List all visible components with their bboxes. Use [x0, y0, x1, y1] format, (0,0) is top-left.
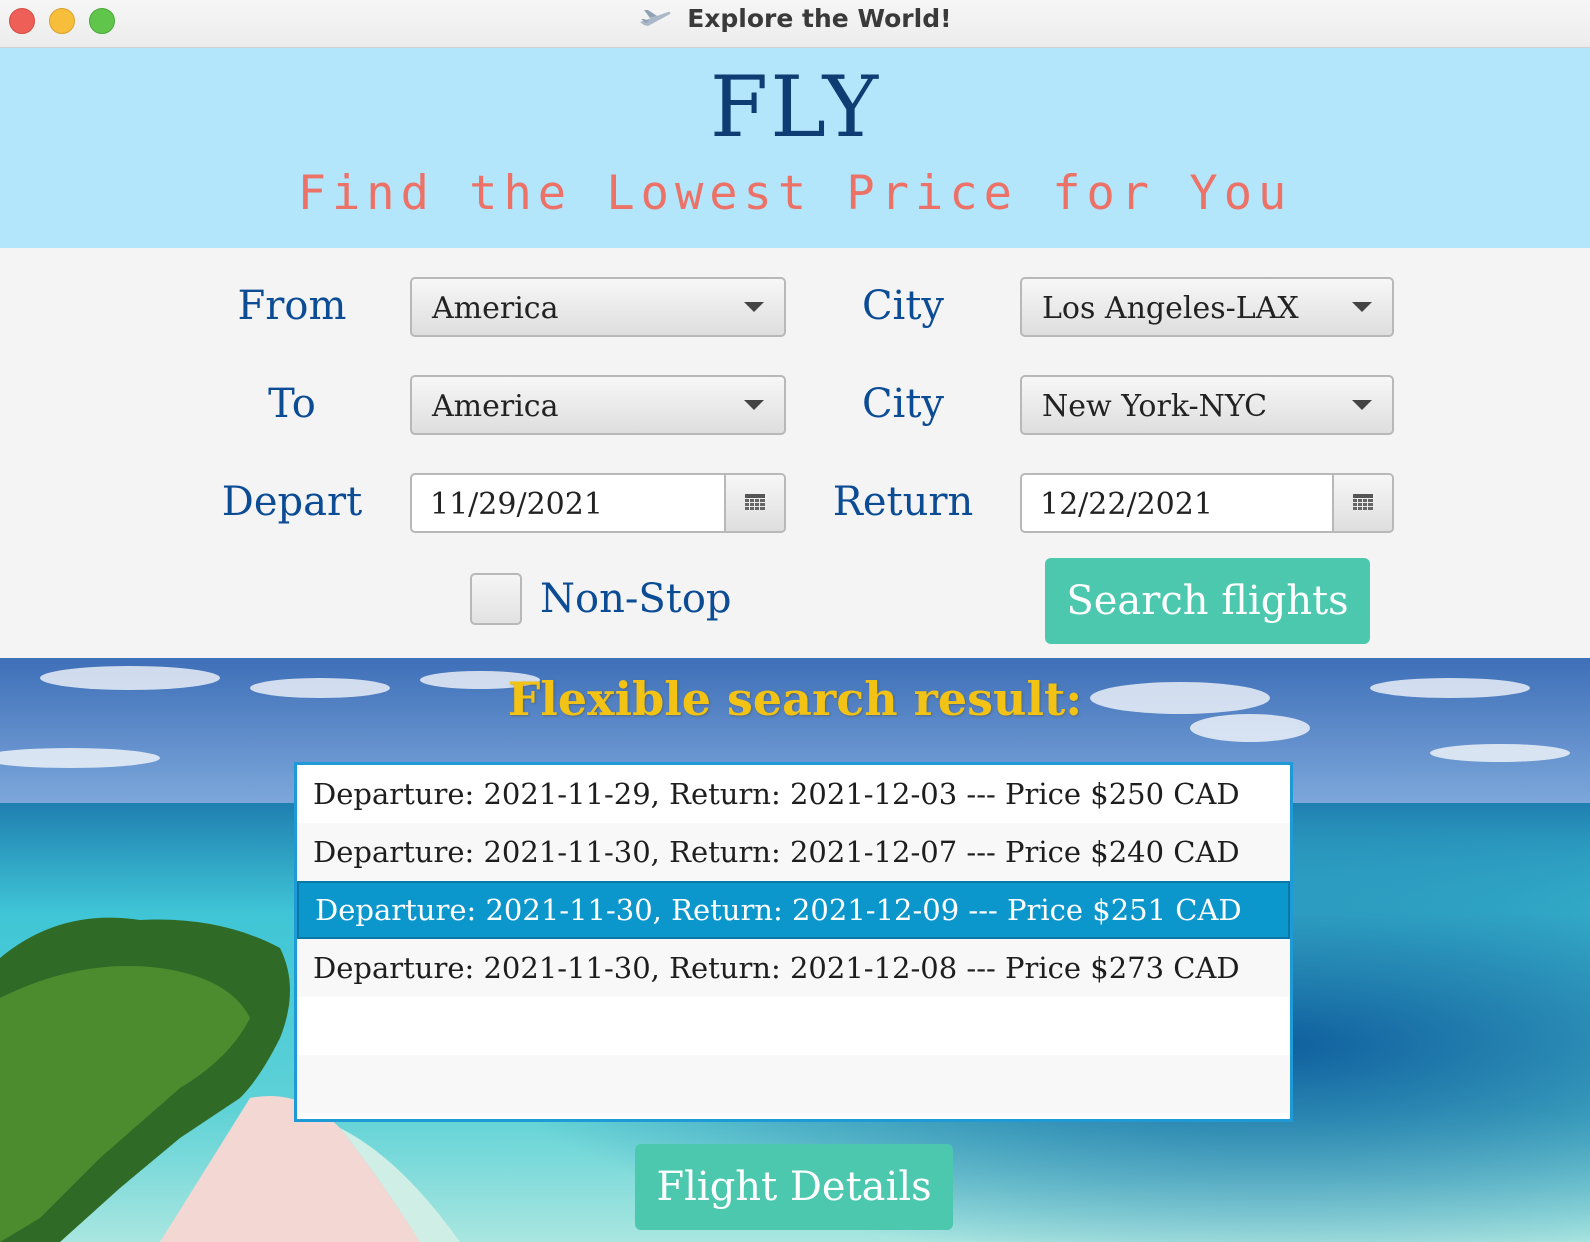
from-country-select[interactable]: America — [410, 277, 786, 337]
nonstop-label[interactable]: Non-Stop — [540, 576, 732, 622]
from-city-value: Los Angeles-LAX — [1042, 291, 1299, 326]
return-calendar-button[interactable] — [1332, 475, 1392, 531]
return-date-picker[interactable]: 12/22/2021 — [1020, 473, 1394, 533]
chevron-down-icon — [1352, 302, 1372, 312]
airplane-icon — [640, 10, 671, 26]
window-title-text: Explore the World! — [687, 4, 952, 33]
result-row-selected[interactable]: Departure: 2021-11-30, Return: 2021-12-0… — [297, 881, 1290, 939]
from-city-label: City — [861, 283, 945, 329]
app-subtitle: Find the Lowest Price for You — [297, 166, 1293, 221]
from-label: From — [237, 283, 347, 329]
empty-row — [297, 997, 1290, 1055]
results-list[interactable]: Departure: 2021-11-29, Return: 2021-12-0… — [294, 762, 1293, 1122]
result-row[interactable]: Departure: 2021-11-30, Return: 2021-12-0… — [297, 823, 1290, 881]
chevron-down-icon — [744, 302, 764, 312]
window-title-bar: Explore the World! — [0, 0, 1590, 48]
to-country-select[interactable]: America — [410, 375, 786, 435]
from-country-value: America — [432, 291, 559, 326]
result-row[interactable]: Departure: 2021-11-30, Return: 2021-12-0… — [297, 939, 1290, 997]
result-row[interactable]: Departure: 2021-11-29, Return: 2021-12-0… — [297, 765, 1290, 823]
return-date-input[interactable]: 12/22/2021 — [1040, 487, 1213, 522]
search-flights-button[interactable]: Search flights — [1045, 558, 1370, 644]
results-title: Flexible search result: — [507, 672, 1083, 726]
calendar-icon — [1353, 494, 1373, 510]
from-city-select[interactable]: Los Angeles-LAX — [1020, 277, 1394, 337]
depart-date-input[interactable]: 11/29/2021 — [430, 487, 603, 522]
nonstop-checkbox[interactable] — [470, 573, 522, 625]
to-label: To — [268, 381, 316, 427]
to-city-label: City — [861, 381, 945, 427]
to-city-select[interactable]: New York-NYC — [1020, 375, 1394, 435]
chevron-down-icon — [744, 400, 764, 410]
depart-calendar-button[interactable] — [724, 475, 784, 531]
empty-row — [297, 1055, 1290, 1113]
depart-date-picker[interactable]: 11/29/2021 — [410, 473, 786, 533]
to-country-value: America — [432, 389, 559, 424]
app-header: FLY Find the Lowest Price for You — [0, 48, 1590, 248]
return-label: Return — [832, 479, 974, 525]
window-title: Explore the World! — [0, 4, 1590, 33]
app-title: FLY — [709, 58, 881, 156]
flight-details-button[interactable]: Flight Details — [635, 1144, 953, 1230]
depart-label: Depart — [221, 479, 363, 525]
calendar-icon — [745, 494, 765, 510]
chevron-down-icon — [1352, 400, 1372, 410]
to-city-value: New York-NYC — [1042, 389, 1268, 424]
